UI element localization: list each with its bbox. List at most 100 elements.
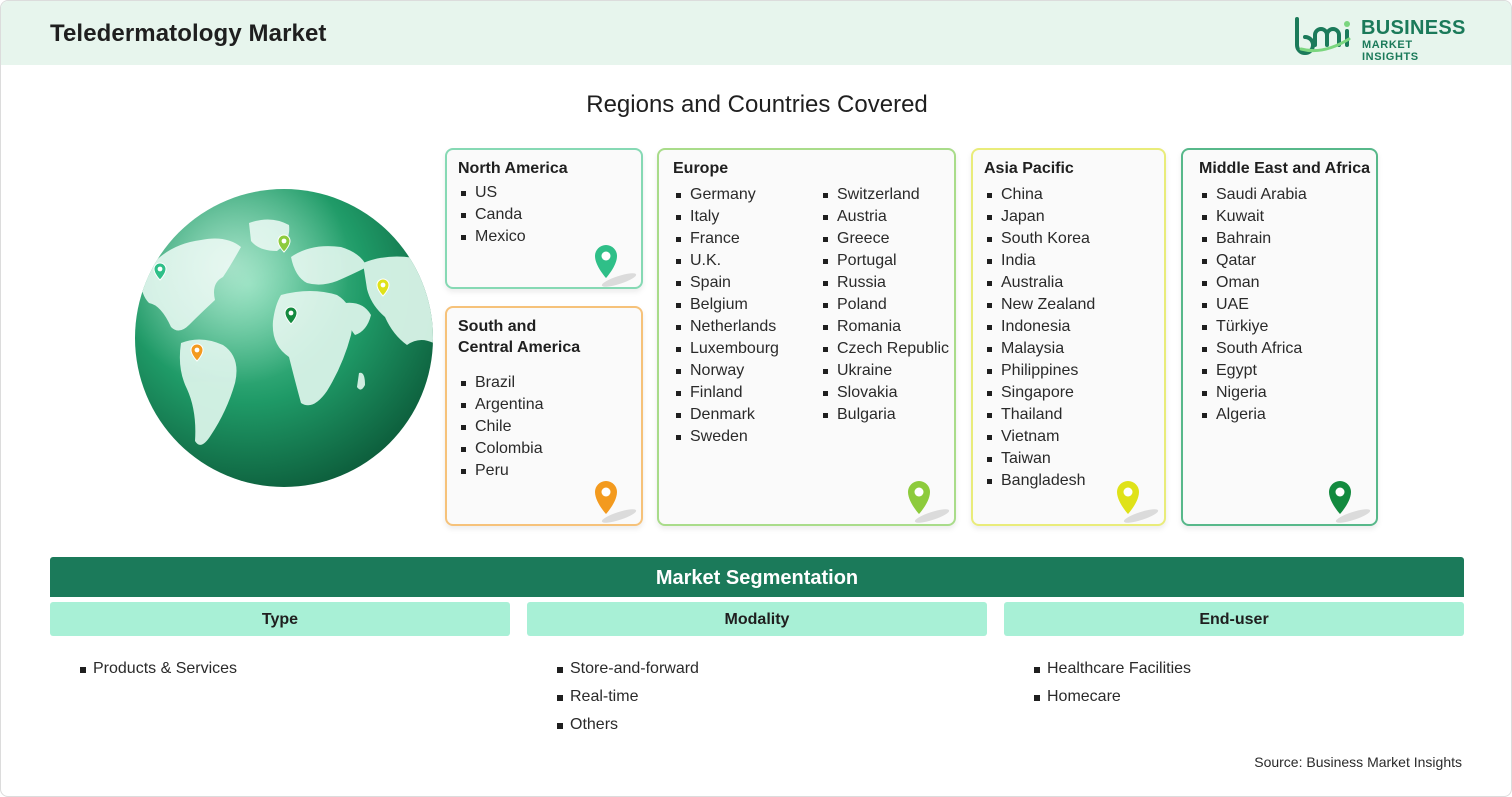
region-list-south-central-america: Brazil Argentina Chile Colombia Peru (458, 372, 544, 482)
globe-icon (135, 189, 433, 487)
list-item: Singapore (984, 382, 1095, 404)
list-item: China (984, 184, 1095, 206)
region-title-line1: South and (458, 318, 537, 335)
list-item: Greece (820, 228, 949, 250)
region-card-north-america: North America US Canda Mexico (445, 148, 643, 289)
list-item: US (458, 182, 526, 204)
page-title: Teledermatology Market (50, 20, 327, 47)
list-item: India (984, 250, 1095, 272)
list-item: Japan (984, 206, 1095, 228)
region-list-europe-col2: Switzerland Austria Greece Portugal Russ… (820, 184, 949, 426)
segment-list-type: Products & Services (80, 655, 237, 683)
regions-title: Regions and Countries Covered (586, 91, 928, 118)
list-item: Slovakia (820, 382, 949, 404)
list-item: Spain (673, 272, 779, 294)
list-item: Colombia (458, 438, 544, 460)
list-item: Oman (1199, 272, 1307, 294)
list-item: Switzerland (820, 184, 949, 206)
region-card-middle-east-africa: Middle East and Africa Saudi Arabia Kuwa… (1181, 148, 1378, 526)
list-item: Taiwan (984, 448, 1095, 470)
region-title-north-america: North America (458, 160, 568, 177)
segment-header-end-user: End-user (1004, 602, 1464, 636)
region-title-europe: Europe (673, 160, 729, 177)
list-item: Products & Services (80, 655, 237, 683)
list-item: Philippines (984, 360, 1095, 382)
region-title-south-central-america: South and Central America (458, 316, 580, 358)
region-title-asia-pacific: Asia Pacific (984, 160, 1074, 177)
list-item: Kuwait (1199, 206, 1307, 228)
logo-text-market-insights: MARKET INSIGHTS (1362, 39, 1419, 63)
location-pin-icon (908, 481, 950, 523)
list-item: Brazil (458, 372, 544, 394)
region-card-europe: Europe Germany Italy France U.K. Spain B… (657, 148, 956, 526)
list-item: Denmark (673, 404, 779, 426)
list-item: Egypt (1199, 360, 1307, 382)
list-item: Chile (458, 416, 544, 438)
list-item: Sweden (673, 426, 779, 448)
list-item: France (673, 228, 779, 250)
list-item: Store-and-forward (557, 655, 699, 683)
list-item: Finland (673, 382, 779, 404)
list-item: Belgium (673, 294, 779, 316)
list-item: Thailand (984, 404, 1095, 426)
list-item: Germany (673, 184, 779, 206)
segment-header-type: Type (50, 602, 510, 636)
region-card-south-central-america: South and Central America Brazil Argenti… (445, 306, 643, 526)
list-item: Netherlands (673, 316, 779, 338)
list-item: Austria (820, 206, 949, 228)
list-item: Portugal (820, 250, 949, 272)
list-item: Luxembourg (673, 338, 779, 360)
bmi-logo-icon (1295, 17, 1351, 55)
list-item: Australia (984, 272, 1095, 294)
list-item: Ukraine (820, 360, 949, 382)
segment-list-modality: Store-and-forward Real-time Others (557, 655, 699, 739)
list-item: New Zealand (984, 294, 1095, 316)
list-item: Romania (820, 316, 949, 338)
list-item: South Africa (1199, 338, 1307, 360)
list-item: Nigeria (1199, 382, 1307, 404)
list-item: Canda (458, 204, 526, 226)
header-bar: Teledermatology Market BUSINESS MARKET I… (1, 1, 1511, 65)
list-item: UAE (1199, 294, 1307, 316)
region-card-asia-pacific: Asia Pacific China Japan South Korea Ind… (971, 148, 1166, 526)
list-item: Czech Republic (820, 338, 949, 360)
source-note: Source: Business Market Insights (1254, 754, 1462, 770)
region-title-middle-east-africa: Middle East and Africa (1199, 160, 1370, 177)
list-item: Qatar (1199, 250, 1307, 272)
bmi-logo[interactable]: BUSINESS MARKET INSIGHTS (1291, 15, 1467, 63)
location-pin-icon (1329, 481, 1371, 523)
list-item: Real-time (557, 683, 699, 711)
segment-list-end-user: Healthcare Facilities Homecare (1034, 655, 1191, 711)
list-item: Italy (673, 206, 779, 228)
list-item: Bulgaria (820, 404, 949, 426)
list-item: Bahrain (1199, 228, 1307, 250)
list-item: Algeria (1199, 404, 1307, 426)
location-pin-icon (595, 481, 637, 523)
location-pin-icon (1117, 481, 1159, 523)
region-list-middle-east-africa: Saudi Arabia Kuwait Bahrain Qatar Oman U… (1199, 184, 1307, 426)
list-item: Russia (820, 272, 949, 294)
list-item: Saudi Arabia (1199, 184, 1307, 206)
list-item: Malaysia (984, 338, 1095, 360)
list-item: Indonesia (984, 316, 1095, 338)
region-title-line2: Central America (458, 339, 581, 356)
list-item: Homecare (1034, 683, 1191, 711)
list-item: Türkiye (1199, 316, 1307, 338)
list-item: Mexico (458, 226, 526, 248)
region-list-asia-pacific: China Japan South Korea India Australia … (984, 184, 1095, 492)
list-item: Poland (820, 294, 949, 316)
infographic-frame: Teledermatology Market BUSINESS MARKET I… (0, 0, 1512, 797)
list-item: Peru (458, 460, 544, 482)
segment-header-modality: Modality (527, 602, 987, 636)
list-item: Bangladesh (984, 470, 1095, 492)
region-list-north-america: US Canda Mexico (458, 182, 526, 248)
list-item: Argentina (458, 394, 544, 416)
segmentation-title: Market Segmentation (50, 557, 1464, 597)
list-item: South Korea (984, 228, 1095, 250)
list-item: U.K. (673, 250, 779, 272)
list-item: Healthcare Facilities (1034, 655, 1191, 683)
logo-text-business: BUSINESS (1361, 17, 1466, 39)
location-pin-icon (595, 245, 637, 287)
list-item: Vietnam (984, 426, 1095, 448)
region-list-europe-col1: Germany Italy France U.K. Spain Belgium … (673, 184, 779, 448)
